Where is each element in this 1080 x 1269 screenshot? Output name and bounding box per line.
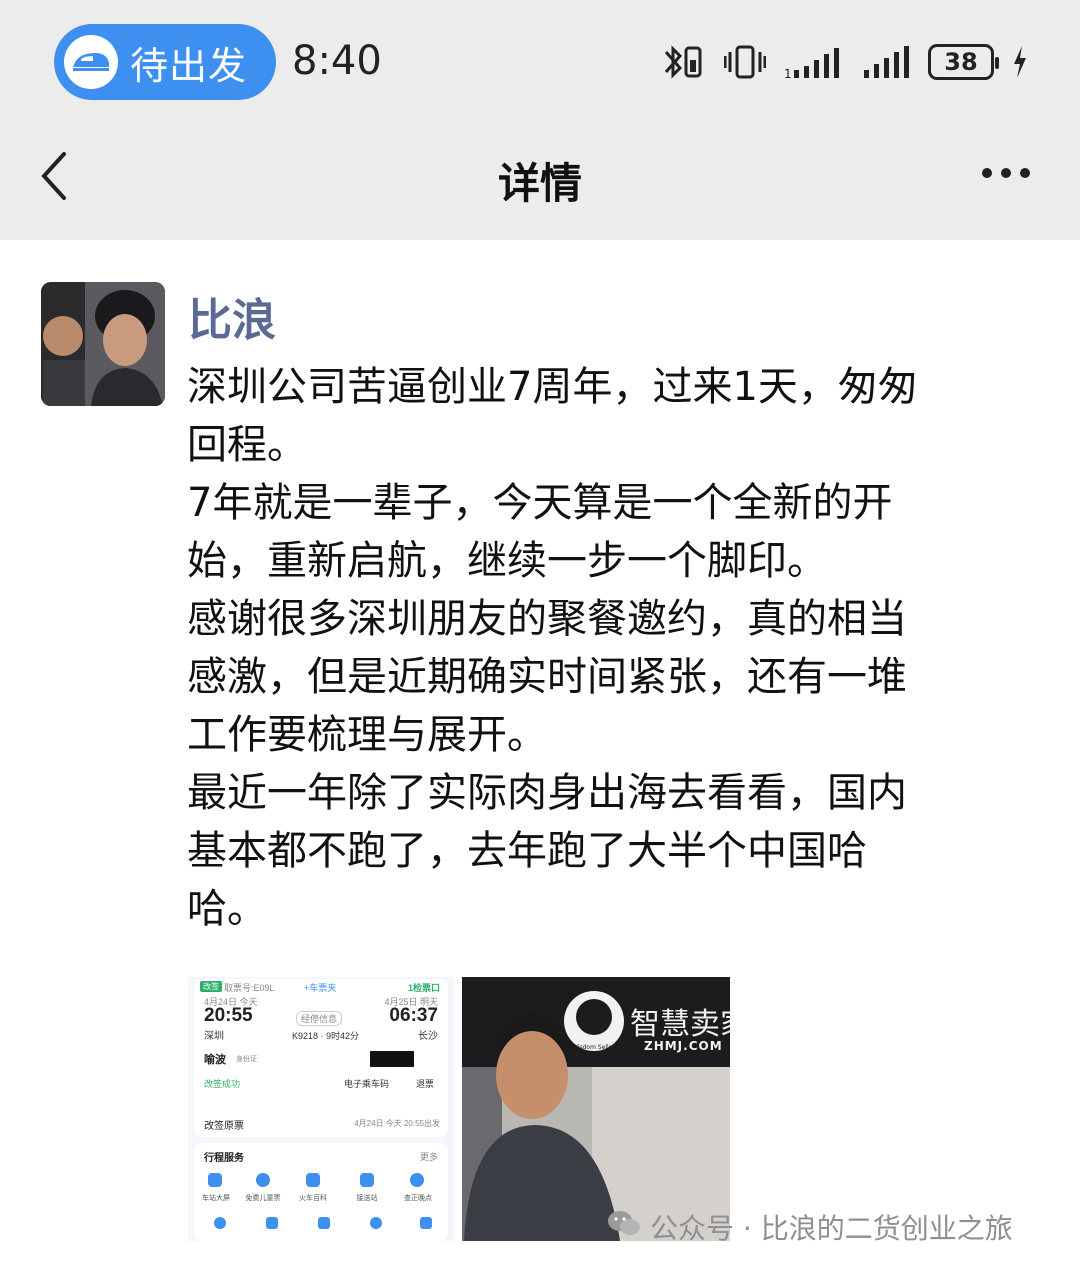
pill-label: 待出发 bbox=[130, 43, 248, 88]
post-paragraph: 最近一年除了实际肉身出海去看看，国内 基本都不跑了，去年跑了大半个中国哈 哈。 bbox=[187, 770, 907, 932]
service-item[interactable]: 免费儿童票 bbox=[240, 1193, 286, 1203]
post-paragraph: 7年就是一辈子，今天算是一个全新的开 始，重新启航，继续一步一个脚印。 bbox=[187, 480, 893, 584]
avatar[interactable] bbox=[41, 282, 165, 406]
author-name[interactable]: 比浪 bbox=[188, 284, 276, 348]
bluetooth-icon bbox=[662, 42, 706, 82]
service-icon bbox=[208, 1173, 222, 1187]
original-ticket-card: 改签原票 4月24日 今天 20:55出发 bbox=[194, 1111, 448, 1137]
service-card: 行程服务 更多 车站大屏 免费儿童票 火车百科 接送站 查正晚点 bbox=[194, 1143, 448, 1241]
order-number: 取票号:E09L bbox=[224, 983, 275, 993]
service-icon bbox=[360, 1173, 374, 1187]
gate-label: 1检票口 bbox=[407, 983, 440, 993]
top-bar: 待出发 8:40 1 38 详情 bbox=[0, 0, 1080, 240]
post-paragraph: 感谢很多深圳朋友的聚餐邀约，真的相当 感激，但是近期确实时间紧张，还有一堆 工作… bbox=[187, 596, 907, 758]
service-icon bbox=[306, 1173, 320, 1187]
svg-text:1: 1 bbox=[784, 67, 792, 81]
ticket-wallet-tag: +车票夹 bbox=[304, 983, 337, 993]
status-time: 8:40 bbox=[292, 38, 382, 84]
signal-icon: 1 bbox=[784, 42, 846, 82]
service-item[interactable]: 接送站 bbox=[346, 1193, 388, 1203]
stopover-tag: 经停信息 bbox=[296, 1011, 343, 1026]
arrive-time: 06:37 bbox=[389, 1005, 438, 1026]
service-icon bbox=[410, 1173, 424, 1187]
service-item[interactable]: 车站大屏 bbox=[196, 1193, 236, 1203]
eticket-button[interactable]: 电子乘车码 bbox=[344, 1077, 389, 1090]
service-title: 行程服务 bbox=[204, 1153, 244, 1164]
store-sign-text: 智慧卖家 bbox=[630, 1007, 730, 1042]
service-item[interactable]: 火车百科 bbox=[292, 1193, 334, 1203]
ongoing-trip-pill[interactable]: 待出发 bbox=[54, 24, 276, 100]
arrive-station: 长沙 bbox=[418, 1031, 438, 1042]
passenger-name: 喻波 bbox=[204, 1054, 226, 1066]
service-item[interactable]: 查正晚点 bbox=[396, 1193, 440, 1203]
charging-icon bbox=[1012, 44, 1028, 80]
service-icon bbox=[318, 1217, 330, 1229]
service-icon bbox=[266, 1217, 278, 1229]
change-badge: 改签 bbox=[200, 981, 222, 992]
more-dots-icon[interactable] bbox=[982, 168, 1030, 178]
refund-button[interactable]: 退票 bbox=[416, 1077, 434, 1090]
depart-time: 20:55 bbox=[204, 1005, 253, 1026]
service-icon bbox=[420, 1217, 432, 1229]
ticket-screenshot-image[interactable]: 改签 取票号:E09L +车票夹 1检票口 4月24日 今天 4月25日 明天 … bbox=[188, 977, 454, 1241]
original-ticket-date: 4月24日 今天 20:55出发 bbox=[354, 1119, 440, 1128]
post-paragraph: 深圳公司苦逼创业7周年，过来1天，匆匆 回程。 bbox=[187, 364, 918, 468]
service-icon bbox=[256, 1173, 270, 1187]
status-icons: 1 38 bbox=[662, 38, 1028, 86]
signal-icon bbox=[864, 42, 910, 82]
train-icon bbox=[64, 35, 118, 89]
watermark: 公众号 · 比浪的二货创业之旅 bbox=[606, 1207, 1013, 1247]
change-status: 改签成功 bbox=[204, 1079, 241, 1089]
service-icon bbox=[370, 1217, 382, 1229]
vibrate-icon bbox=[724, 42, 766, 82]
service-more[interactable]: 更多 bbox=[420, 1150, 438, 1163]
selfie-photo-image[interactable]: 智慧卖家 ZHMJ.COM Wisdom Seller bbox=[462, 977, 730, 1241]
original-ticket-label: 改签原票 bbox=[204, 1121, 244, 1132]
depart-station: 深圳 bbox=[204, 1031, 224, 1042]
ticket-card: 改签 取票号:E09L +车票夹 1检票口 4月24日 今天 4月25日 明天 … bbox=[194, 979, 448, 1127]
train-number: K9218 · 9时42分 bbox=[292, 1031, 360, 1041]
watermark-text: 公众号 · 比浪的二货创业之旅 bbox=[650, 1212, 1013, 1245]
wechat-icon bbox=[606, 1209, 642, 1246]
service-icon bbox=[214, 1217, 226, 1229]
store-logo-text: Wisdom Seller bbox=[572, 1044, 615, 1051]
store-sign-url: ZHMJ.COM bbox=[644, 1039, 723, 1053]
post-content: 深圳公司苦逼创业7周年，过来1天，匆匆 回程。 7年就是一辈子，今天算是一个全新… bbox=[187, 358, 1037, 938]
battery-icon: 38 bbox=[928, 44, 999, 80]
redacted-block bbox=[370, 1051, 414, 1067]
page-title: 详情 bbox=[497, 159, 582, 208]
passenger-id-tag: 身份证 bbox=[236, 1056, 257, 1063]
